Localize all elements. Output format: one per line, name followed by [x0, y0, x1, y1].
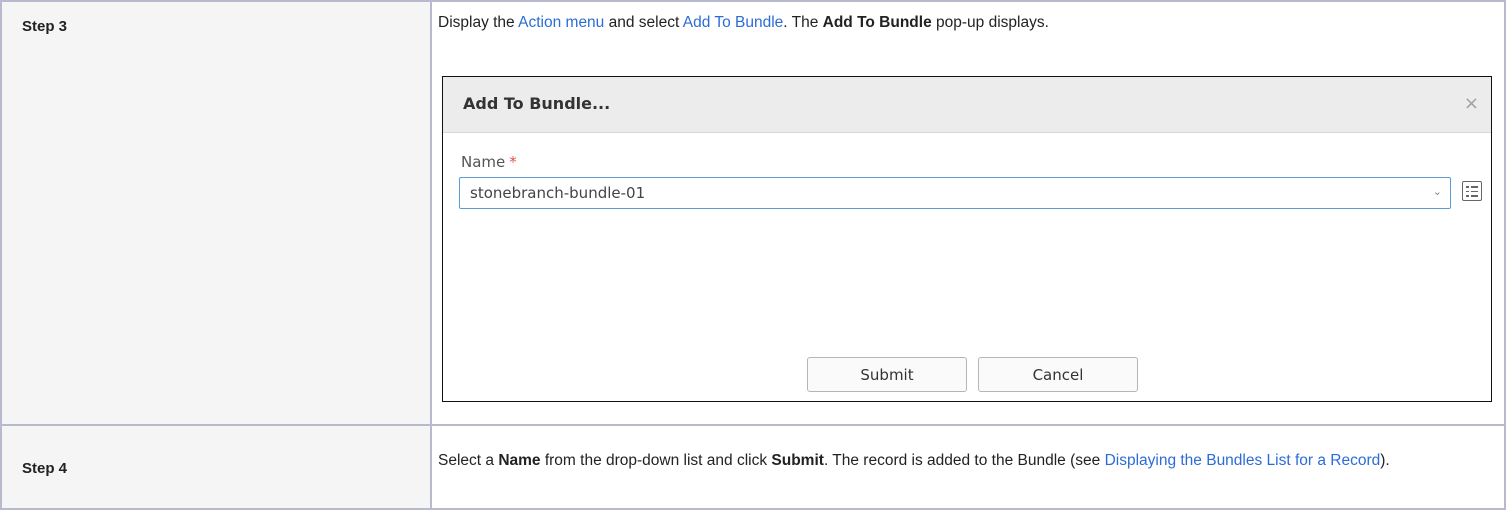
cancel-button[interactable]: Cancel: [978, 357, 1138, 392]
desc-bold: Add To Bundle: [822, 14, 932, 31]
step-description: Display the Action menu and select Add T…: [432, 2, 1504, 34]
desc-text: pop-up displays.: [931, 14, 1049, 31]
required-mark: *: [509, 153, 517, 171]
chevron-down-icon[interactable]: ⌄: [1433, 185, 1442, 198]
close-icon[interactable]: ×: [1464, 93, 1479, 114]
bundles-list-link[interactable]: Displaying the Bundles List for a Record: [1105, 452, 1381, 469]
step-description: Select a Name from the drop-down list an…: [432, 426, 1504, 472]
step-label: Step 3: [22, 18, 68, 35]
desc-text: from the drop-down list and click: [540, 452, 772, 469]
name-select-value: stonebranch-bundle-01: [470, 184, 646, 202]
desc-text: and select: [604, 14, 683, 31]
action-menu-link[interactable]: Action menu: [518, 14, 604, 31]
desc-bold: Name: [498, 452, 541, 469]
desc-text: . The record is added to the Bundle (see: [823, 452, 1105, 469]
step-cell: Step 4: [0, 424, 432, 510]
step-content: Select a Name from the drop-down list an…: [430, 424, 1506, 510]
desc-text: Display the: [438, 14, 519, 31]
desc-text: ).: [1380, 452, 1390, 469]
name-label-text: Name: [461, 153, 506, 171]
step-cell: Step 3: [0, 0, 432, 426]
name-select[interactable]: stonebranch-bundle-01 ⌄: [459, 177, 1451, 209]
step-label: Step 4: [22, 460, 68, 477]
step-row: Step 4 Select a Name from the drop-down …: [0, 424, 1506, 510]
add-to-bundle-link[interactable]: Add To Bundle: [683, 14, 784, 31]
name-field-label: Name *: [461, 153, 517, 171]
dialog-title: Add To Bundle...: [463, 94, 611, 113]
desc-bold: Submit: [771, 452, 824, 469]
desc-text: Select a: [438, 452, 499, 469]
list-details-icon[interactable]: [1462, 181, 1482, 201]
dialog-header: Add To Bundle... ×: [443, 77, 1491, 133]
submit-button[interactable]: Submit: [807, 357, 967, 392]
desc-text: . The: [783, 14, 823, 31]
add-to-bundle-dialog: Add To Bundle... × Name * stonebranch-bun…: [442, 76, 1492, 402]
